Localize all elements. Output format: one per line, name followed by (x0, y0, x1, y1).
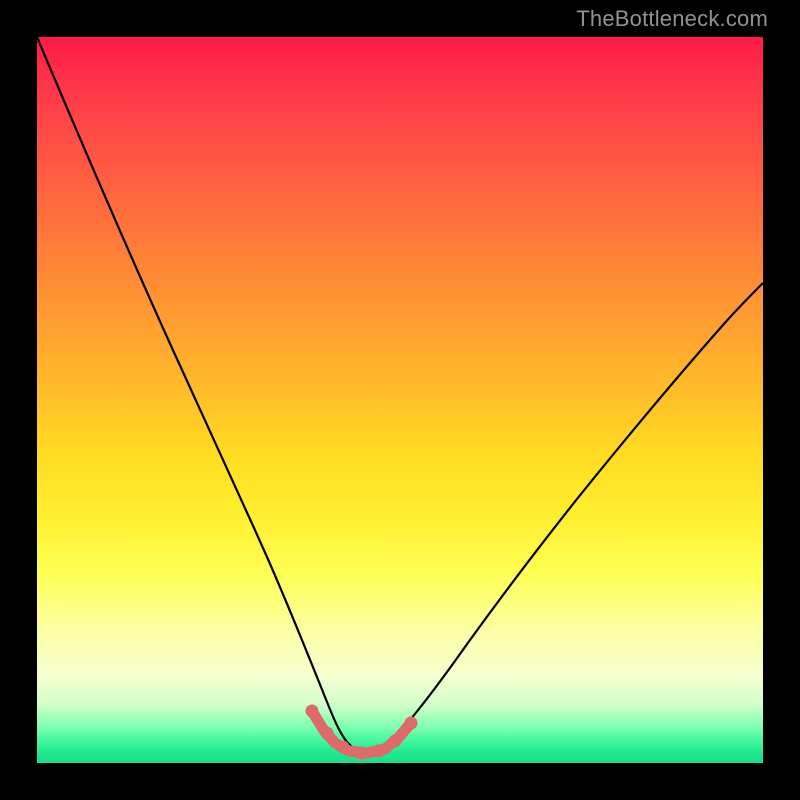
bottleneck-curve (37, 37, 763, 753)
watermark-text: TheBottleneck.com (576, 6, 768, 32)
plot-area (37, 37, 763, 763)
highlight-dot (389, 735, 402, 748)
highlight-dot (355, 747, 368, 760)
highlight-dot (337, 741, 350, 754)
chart-frame: TheBottleneck.com (0, 0, 800, 800)
highlight-dot (321, 727, 334, 740)
highlight-dot (306, 705, 319, 718)
highlight-dot (373, 745, 386, 758)
curve-svg (37, 37, 763, 763)
highlight-dot (405, 717, 418, 730)
